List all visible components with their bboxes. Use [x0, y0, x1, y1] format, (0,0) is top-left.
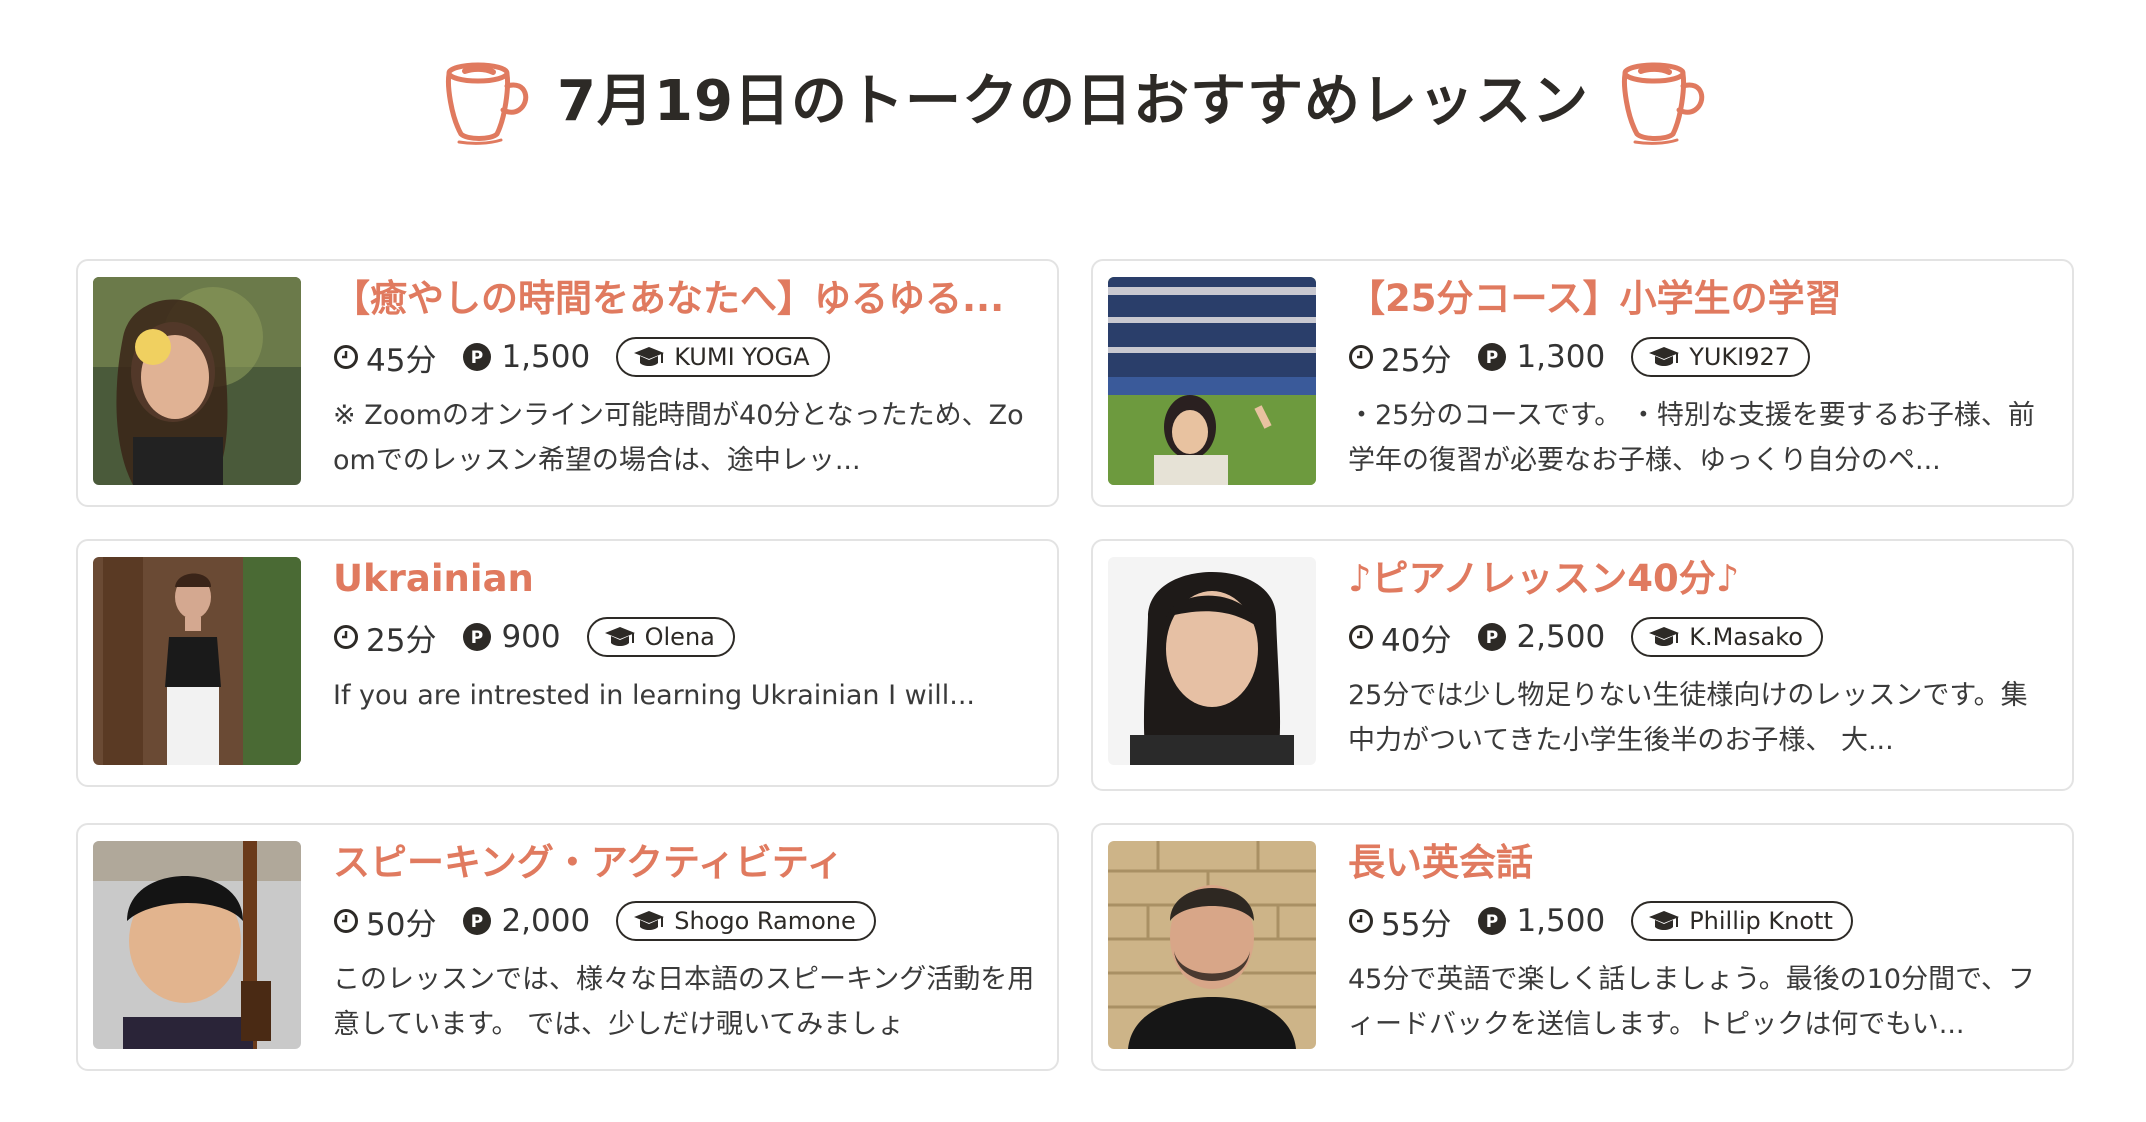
graduation-cap-icon: [1647, 345, 1681, 369]
teacher-badge[interactable]: Shogo Ramone: [616, 901, 876, 941]
price: P 1,500: [462, 339, 590, 375]
price-value: 1,500: [1516, 903, 1606, 939]
duration: 55分: [1348, 899, 1451, 944]
svg-text:P: P: [471, 348, 483, 368]
price: P 2,500: [1477, 619, 1605, 655]
clock-icon: [1348, 624, 1374, 650]
clock-icon: [1348, 908, 1374, 934]
price: P 2,000: [462, 903, 590, 939]
lesson-card[interactable]: スピーキング・アクティビティ 50分 P 2,000 Shogo Ramone …: [76, 823, 1059, 1071]
duration: 50分: [333, 899, 436, 944]
svg-text:P: P: [1486, 348, 1498, 368]
teacher-name: KUMI YOGA: [674, 343, 810, 371]
lesson-title[interactable]: 【癒やしの時間をあなたへ】ゆるゆる...: [333, 275, 1037, 323]
lesson-title[interactable]: 【25分コース】小学生の学習: [1348, 275, 2052, 323]
lesson-title[interactable]: 長い英会話: [1348, 839, 2052, 887]
graduation-cap-icon: [1647, 909, 1681, 933]
svg-text:P: P: [471, 912, 483, 932]
point-icon: P: [1477, 342, 1507, 372]
price-value: 1,300: [1516, 339, 1606, 375]
point-icon: P: [462, 906, 492, 936]
lesson-card[interactable]: Ukrainian 25分 P 900 Olena If you are int…: [76, 539, 1059, 787]
lesson-description: このレッスンでは、様々な日本語のスピーキング活動を用意しています。 では、少しだ…: [333, 964, 1035, 1040]
point-icon: P: [1477, 906, 1507, 936]
lesson-description: If you are intrested in learning Ukraini…: [333, 680, 976, 711]
lesson-thumbnail[interactable]: [1108, 841, 1316, 1049]
svg-text:P: P: [471, 628, 483, 648]
lesson-description: 25分では少し物足りない生徒様向けのレッスンです。集中力がついてきた小学生後半の…: [1348, 680, 2028, 756]
teacher-name: Shogo Ramone: [674, 907, 856, 935]
duration-value: 55分: [1381, 906, 1452, 943]
coffee-cup-icon: [1611, 46, 1711, 146]
lesson-card[interactable]: 長い英会話 55分 P 1,500 Phillip Knott 45分で英語で楽…: [1091, 823, 2074, 1071]
svg-text:P: P: [1486, 912, 1498, 932]
point-icon: P: [462, 342, 492, 372]
teacher-badge[interactable]: KUMI YOGA: [616, 337, 830, 377]
clock-icon: [333, 344, 359, 370]
duration: 45分: [333, 335, 436, 380]
price-value: 1,500: [501, 339, 591, 375]
price: P 1,500: [1477, 903, 1605, 939]
duration: 40分: [1348, 615, 1451, 660]
lesson-description: ※ Zoomのオンライン可能時間が40分となったため、Zoomでのレッスン希望の…: [333, 400, 1024, 476]
point-icon: P: [1477, 622, 1507, 652]
lesson-thumbnail[interactable]: [1108, 277, 1316, 485]
price-value: 2,500: [1516, 619, 1606, 655]
lesson-thumbnail[interactable]: [93, 841, 301, 1049]
teacher-name: Olena: [644, 623, 715, 651]
teacher-name: K.Masako: [1689, 623, 1803, 651]
svg-text:P: P: [1486, 628, 1498, 648]
teacher-name: YUKI927: [1689, 343, 1791, 371]
lesson-title[interactable]: スピーキング・アクティビティ: [333, 839, 1037, 887]
page-header: 7月19日のトークの日おすすめレッスン: [0, 36, 2146, 156]
duration-value: 25分: [1381, 342, 1452, 379]
lesson-title[interactable]: Ukrainian: [333, 555, 1037, 603]
lesson-card[interactable]: 【癒やしの時間をあなたへ】ゆるゆる... 45分 P 1,500 KUMI YO…: [76, 259, 1059, 507]
price-value: 900: [501, 619, 561, 655]
graduation-cap-icon: [1647, 625, 1681, 649]
teacher-name: Phillip Knott: [1689, 907, 1833, 935]
point-icon: P: [462, 622, 492, 652]
price: P 1,300: [1477, 339, 1605, 375]
clock-icon: [333, 624, 359, 650]
duration: 25分: [1348, 335, 1451, 380]
graduation-cap-icon: [632, 345, 666, 369]
teacher-badge[interactable]: Phillip Knott: [1631, 901, 1853, 941]
lesson-thumbnail[interactable]: [93, 277, 301, 485]
clock-icon: [333, 908, 359, 934]
lesson-card[interactable]: ♪ピアノレッスン40分♪ 40分 P 2,500 K.Masako 25分では少…: [1091, 539, 2074, 791]
lesson-card[interactable]: 【25分コース】小学生の学習 25分 P 1,300 YUKI927 ・25分の…: [1091, 259, 2074, 507]
lesson-description: 45分で英語で楽しく話しましょう。最後の10分間で、フィードバックを送信します。…: [1348, 964, 2036, 1040]
teacher-badge[interactable]: YUKI927: [1631, 337, 1811, 377]
teacher-badge[interactable]: Olena: [586, 617, 735, 657]
coffee-cup-icon: [435, 46, 535, 146]
price-value: 2,000: [501, 903, 591, 939]
lesson-thumbnail[interactable]: [1108, 557, 1316, 765]
duration-value: 45分: [366, 342, 437, 379]
lesson-description: ・25分のコースです。 ・特別な支援を要するお子様、前学年の復習が必要なお子様、…: [1348, 400, 2035, 476]
lesson-grid: 【癒やしの時間をあなたへ】ゆるゆる... 45分 P 1,500 KUMI YO…: [76, 259, 2074, 1071]
duration: 25分: [333, 615, 436, 660]
lesson-thumbnail[interactable]: [93, 557, 301, 765]
graduation-cap-icon: [632, 909, 666, 933]
page-title: 7月19日のトークの日おすすめレッスン: [557, 68, 1589, 134]
duration-value: 40分: [1381, 622, 1452, 659]
price: P 900: [462, 619, 561, 655]
teacher-badge[interactable]: K.Masako: [1631, 617, 1823, 657]
clock-icon: [1348, 344, 1374, 370]
lesson-title[interactable]: ♪ピアノレッスン40分♪: [1348, 555, 2052, 603]
duration-value: 50分: [366, 906, 437, 943]
graduation-cap-icon: [603, 625, 637, 649]
duration-value: 25分: [366, 622, 437, 659]
